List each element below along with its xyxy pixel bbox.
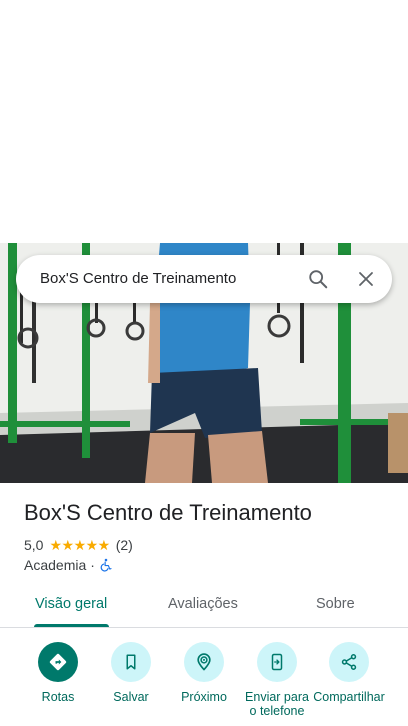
rating-value: 5,0 xyxy=(24,537,44,553)
directions-icon-circle xyxy=(38,642,78,682)
save-button[interactable]: Salvar xyxy=(91,642,171,704)
active-tab-indicator xyxy=(34,624,109,627)
directions-button[interactable]: Rotas xyxy=(18,642,98,704)
tab-bar: Visão geral Avaliações Sobre xyxy=(0,584,408,628)
tab-about[interactable]: Sobre xyxy=(316,584,355,626)
nearby-icon-circle xyxy=(184,642,224,682)
send-to-phone-button[interactable]: Enviar para o telefone xyxy=(237,642,317,718)
category-row: Academia · xyxy=(24,556,113,574)
save-label: Salvar xyxy=(113,690,149,704)
search-button[interactable] xyxy=(302,263,334,295)
send-to-phone-icon-circle xyxy=(257,642,297,682)
share-label: Compartilhar xyxy=(313,690,385,704)
separator-dot: · xyxy=(90,557,95,573)
directions-icon xyxy=(49,653,67,671)
nearby-icon xyxy=(197,653,211,671)
clear-search-button[interactable] xyxy=(350,263,382,295)
search-query-text[interactable]: Box'S Centro de Treinamento xyxy=(40,255,236,303)
rating-stars: ★★★★★ xyxy=(49,536,110,553)
send-to-phone-label: Enviar para o telefone xyxy=(245,690,309,718)
map-blank-area xyxy=(0,0,408,243)
wheelchair-accessible-icon xyxy=(99,558,113,572)
nearby-button[interactable]: Próximo xyxy=(164,642,244,704)
place-title: Box'S Centro de Treinamento xyxy=(24,500,312,525)
save-icon-circle xyxy=(111,642,151,682)
tab-overview[interactable]: Visão geral xyxy=(35,584,107,626)
send-to-phone-icon xyxy=(271,653,283,671)
place-category: Academia xyxy=(24,557,87,573)
share-button[interactable]: Compartilhar xyxy=(309,642,389,704)
search-bar[interactable]: Box'S Centro de Treinamento xyxy=(16,255,392,303)
directions-label: Rotas xyxy=(41,690,75,704)
share-icon xyxy=(341,654,357,670)
nearby-label: Próximo xyxy=(181,690,227,704)
tab-reviews[interactable]: Avaliações xyxy=(168,584,238,626)
bookmark-icon xyxy=(126,654,136,670)
close-icon xyxy=(359,272,373,286)
review-count: (2) xyxy=(115,537,133,553)
rating-row[interactable]: 5,0 ★★★★★ (2) xyxy=(24,536,133,554)
search-icon xyxy=(309,270,328,289)
share-icon-circle xyxy=(329,642,369,682)
